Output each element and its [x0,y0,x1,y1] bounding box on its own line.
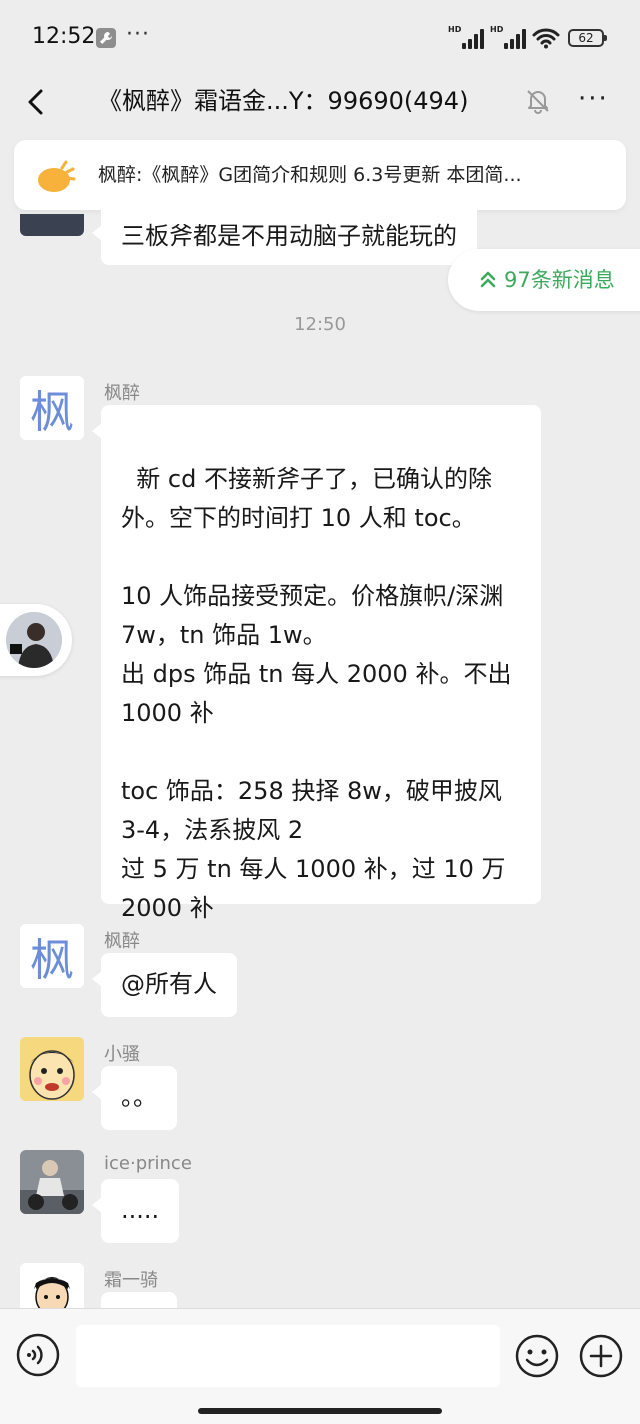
chat-header: 《枫醉》霜语金...Y：99690(494) ··· [0,74,640,130]
avatar-text: 枫 [30,935,74,986]
wifi-icon [532,28,560,49]
mute-bell-icon [527,90,549,114]
sender-name: 小骚 [104,1044,140,1065]
more-options-icon[interactable]: ··· [578,86,612,116]
new-messages-label: 97条新消息 [504,268,615,292]
sender-name: ice·prince [104,1153,192,1174]
message-text: @所有人 [121,970,217,998]
avatar[interactable] [20,1263,84,1308]
notification-dots: ··· [126,22,150,47]
avatar[interactable] [20,214,84,236]
message-text: ..... [121,1196,160,1224]
back-icon[interactable] [20,86,52,118]
voice-input-icon[interactable] [16,1333,60,1377]
signal-icon-2: HD [490,25,526,49]
avatar[interactable] [20,1150,84,1214]
message-text: 新 cd 不接新斧子了，已确认的除外。空下的时间打 10 人和 toc。 10 … [121,465,512,922]
home-indicator[interactable] [198,1408,442,1414]
message-bubble[interactable]: 。。 [92,1066,177,1130]
floating-avatar-photo [6,612,62,668]
avatar[interactable]: 枫 [20,376,84,440]
message-bubble[interactable]: 新 cd 不接新斧子了，已确认的除外。空下的时间打 10 人和 toc。 10 … [92,405,541,922]
double-chevron-up-icon [480,271,496,288]
emoji-icon[interactable] [514,1333,560,1379]
wrench-icon [96,28,116,48]
message-timestamp: 12:50 [294,314,346,335]
sender-name: 霜一骑 [104,1270,158,1291]
floating-video-avatar[interactable] [0,604,72,676]
announcement-icon [38,160,76,192]
message-text: 。。 [121,1083,157,1111]
plus-icon[interactable] [578,1333,624,1379]
input-bar [0,1308,640,1424]
avatar[interactable] [20,1037,84,1101]
message-bubble[interactable]: ..... [91,1179,180,1243]
sender-name: 枫醉 [104,931,140,952]
signal-icon: HD [448,25,484,49]
battery-icon: 62 [568,29,607,47]
message-input[interactable] [76,1325,500,1387]
announcement-text: 枫醉:《枫醉》G团简介和规则 6.3号更新 本团简... [98,164,522,186]
new-messages-button[interactable]: 97条新消息 [448,249,640,311]
message-bubble[interactable]: 三板斧都是不用动脑子就能玩的 [92,207,477,265]
pinned-announcement[interactable]: 枫醉:《枫醉》G团简介和规则 6.3号更新 本团简... [14,140,626,210]
message-text: 三板斧都是不用动脑子就能玩的 [121,222,457,250]
message-bubble[interactable]: @所有人 [92,953,237,1017]
avatar[interactable]: 枫 [20,924,84,988]
hd-label: HD [448,25,462,34]
hd-label-2: HD [490,25,504,34]
status-time: 12:52 [32,24,96,49]
message-bubble[interactable] [92,1292,177,1326]
avatar-text: 枫 [30,387,74,438]
status-bar: 12:52 ··· HD HD 62 [0,0,640,74]
chat-title: 《枫醉》霜语金...Y：99690(494) [98,87,469,115]
sender-name: 枫醉 [104,383,140,404]
